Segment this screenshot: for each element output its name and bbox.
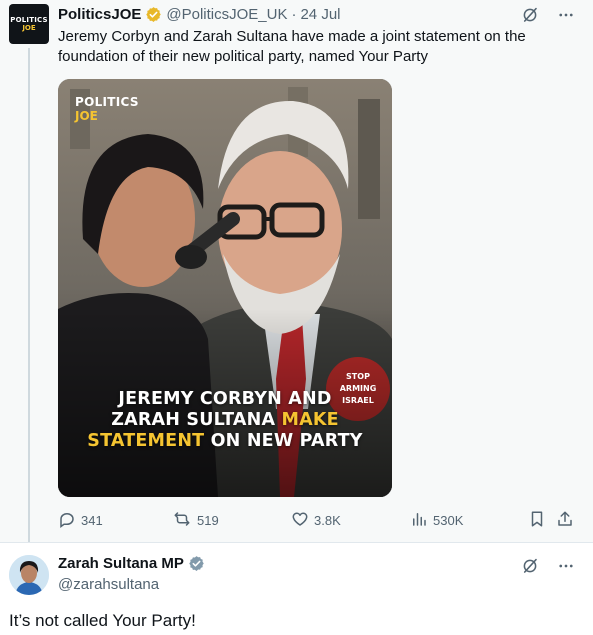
headline-line1: JEREMY CORBYN AND [118, 389, 332, 409]
author-handle[interactable]: @PoliticsJOE_UK [166, 6, 287, 23]
tweet-action-bar: 341 519 3.8K 530K [58, 508, 578, 532]
reply-top-actions [521, 557, 575, 580]
repost-button[interactable]: 519 [172, 510, 219, 531]
media-logo: POLITICS JOE [75, 96, 139, 122]
tweet-date[interactable]: 24 Jul [300, 6, 340, 23]
reply-author-handle[interactable]: @zarahsultana [58, 576, 159, 593]
media-headline: JEREMY CORBYN AND ZARAH SULTANA MAKE STA… [58, 389, 392, 452]
avatar-logo-line1: POLITICS [10, 15, 48, 24]
reply-icon [58, 510, 76, 531]
pin-badge-line1: STOP [346, 372, 370, 381]
views-icon [410, 510, 428, 531]
like-button[interactable]: 3.8K [291, 510, 341, 531]
more-icon[interactable] [557, 6, 575, 29]
tweet-header: PoliticsJOE @PoliticsJOE_UK · 24 Jul [58, 4, 341, 24]
separator-dot: · [291, 5, 297, 23]
headline-line2: ZARAH SULTANA MAKE [58, 410, 392, 431]
headline-line2-text: ZARAH SULTANA [111, 410, 276, 430]
share-button[interactable] [556, 510, 574, 531]
zarahsultana-avatar[interactable] [9, 555, 49, 595]
tweet-text: Jeremy Corbyn and Zarah Sultana have mad… [58, 28, 526, 65]
tweet-media-image[interactable]: STOP ARMING ISRAEL POLITICS JOE JEREMY C… [58, 79, 392, 497]
headline-highlight-statement: STATEMENT [87, 431, 205, 451]
like-icon [291, 510, 309, 531]
bookmark-icon [528, 510, 546, 531]
politicsjoe-avatar[interactable]: POLITICS JOE [9, 4, 49, 44]
more-icon[interactable] [557, 557, 575, 580]
thread-line [28, 48, 30, 542]
headline-highlight-make: MAKE [281, 410, 339, 430]
views-button[interactable]: 530K [410, 510, 463, 531]
reply-count: 341 [81, 512, 103, 528]
avatar-logo-line2: JOE [22, 23, 36, 32]
reply-author-name[interactable]: Zarah Sultana MP [58, 555, 184, 572]
reply-button[interactable]: 341 [58, 510, 103, 531]
media-logo-line1: POLITICS [75, 95, 139, 109]
verified-gray-badge-icon[interactable] [188, 555, 205, 572]
tweet-top-actions [521, 6, 575, 29]
quoted-tweet[interactable]: POLITICS JOE PoliticsJOE @PoliticsJOE_UK… [0, 0, 593, 543]
grok-icon[interactable] [521, 6, 539, 29]
bookmark-button[interactable] [528, 510, 546, 531]
share-icon [556, 510, 574, 531]
reply-author-row: Zarah Sultana MP [58, 555, 209, 572]
repost-count: 519 [197, 512, 219, 528]
like-count: 3.8K [314, 512, 341, 528]
repost-icon [172, 510, 192, 531]
headline-line3: STATEMENT ON NEW PARTY [58, 431, 392, 452]
reply-tweet[interactable]: Zarah Sultana MP @zarahsultana It’s not … [0, 543, 593, 635]
views-count: 530K [433, 512, 464, 528]
reply-tweet-text: It’s not called Your Party! [9, 611, 196, 630]
grok-icon[interactable] [521, 557, 539, 580]
headline-line3-text: ON NEW PARTY [210, 431, 363, 451]
author-name[interactable]: PoliticsJOE [58, 6, 141, 23]
media-logo-line2: JOE [75, 109, 98, 123]
verified-gold-badge-icon[interactable] [145, 6, 162, 23]
